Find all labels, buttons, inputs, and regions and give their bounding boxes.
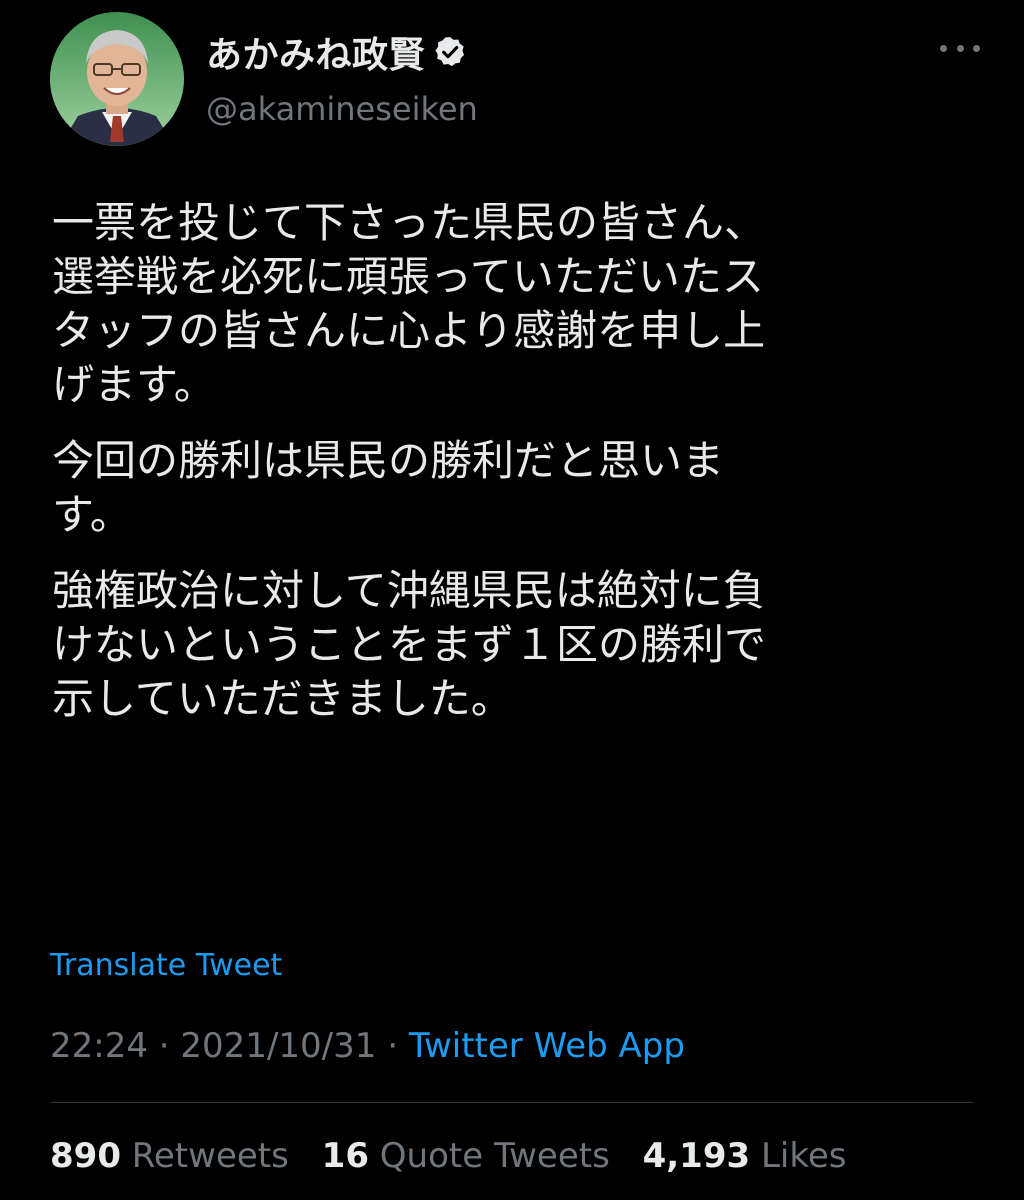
tweet-date[interactable]: 2021/10/31 — [180, 1026, 376, 1066]
quote-tweets-stat[interactable]: 16 Quote Tweets — [322, 1136, 610, 1176]
tweet-header: あかみね政賢 @akamineseiken — [50, 12, 980, 146]
name-row: あかみね政賢 — [206, 30, 467, 76]
tweet-detail: あかみね政賢 @akamineseiken 一票を投じて下さった県民の皆さん、 … — [0, 0, 1024, 1200]
verified-badge-icon — [433, 35, 467, 69]
tweet-paragraph: 強権政治に対して沖縄県民は絶対に負 けないということをまず１区の勝利で 示してい… — [52, 566, 767, 723]
more-horizontal-icon[interactable] — [940, 38, 980, 58]
avatar-image — [50, 12, 184, 146]
tweet-stats: 890 Retweets 16 Quote Tweets 4,193 Likes — [50, 1136, 868, 1176]
retweets-count: 890 — [50, 1136, 121, 1176]
display-name[interactable]: あかみね政賢 — [206, 26, 425, 78]
tweet-source-link[interactable]: Twitter Web App — [409, 1026, 685, 1066]
tweet-text: 一票を投じて下さった県民の皆さん、 選挙戦を必死に頑張っていただいたス タッフの… — [52, 196, 992, 748]
tweet-paragraph: 今回の勝利は県民の勝利だと思いま す。 — [52, 436, 725, 539]
translate-tweet-link[interactable]: Translate Tweet — [50, 948, 282, 983]
quote-tweets-count: 16 — [321, 1136, 369, 1176]
tweet-meta: 22:24 · 2021/10/31 · Twitter Web App — [50, 1026, 685, 1066]
likes-label: Likes — [760, 1136, 847, 1176]
quote-tweets-label: Quote Tweets — [379, 1136, 610, 1176]
likes-stat[interactable]: 4,193 Likes — [643, 1136, 847, 1176]
tweet-time[interactable]: 22:24 — [50, 1026, 148, 1066]
likes-count: 4,193 — [642, 1136, 751, 1176]
avatar[interactable] — [50, 12, 184, 146]
more-dot — [940, 44, 947, 52]
more-dot — [973, 44, 980, 52]
more-dot — [956, 44, 964, 52]
meta-separator: · — [158, 1026, 170, 1066]
tweet-paragraph: 一票を投じて下さった県民の皆さん、 選挙戦を必死に頑張っていただいたス タッフの… — [52, 198, 767, 409]
retweets-label: Retweets — [131, 1136, 289, 1176]
divider — [50, 1102, 974, 1103]
retweets-stat[interactable]: 890 Retweets — [50, 1136, 289, 1176]
meta-separator: · — [387, 1026, 399, 1066]
user-handle[interactable]: @akamineseiken — [206, 90, 478, 128]
